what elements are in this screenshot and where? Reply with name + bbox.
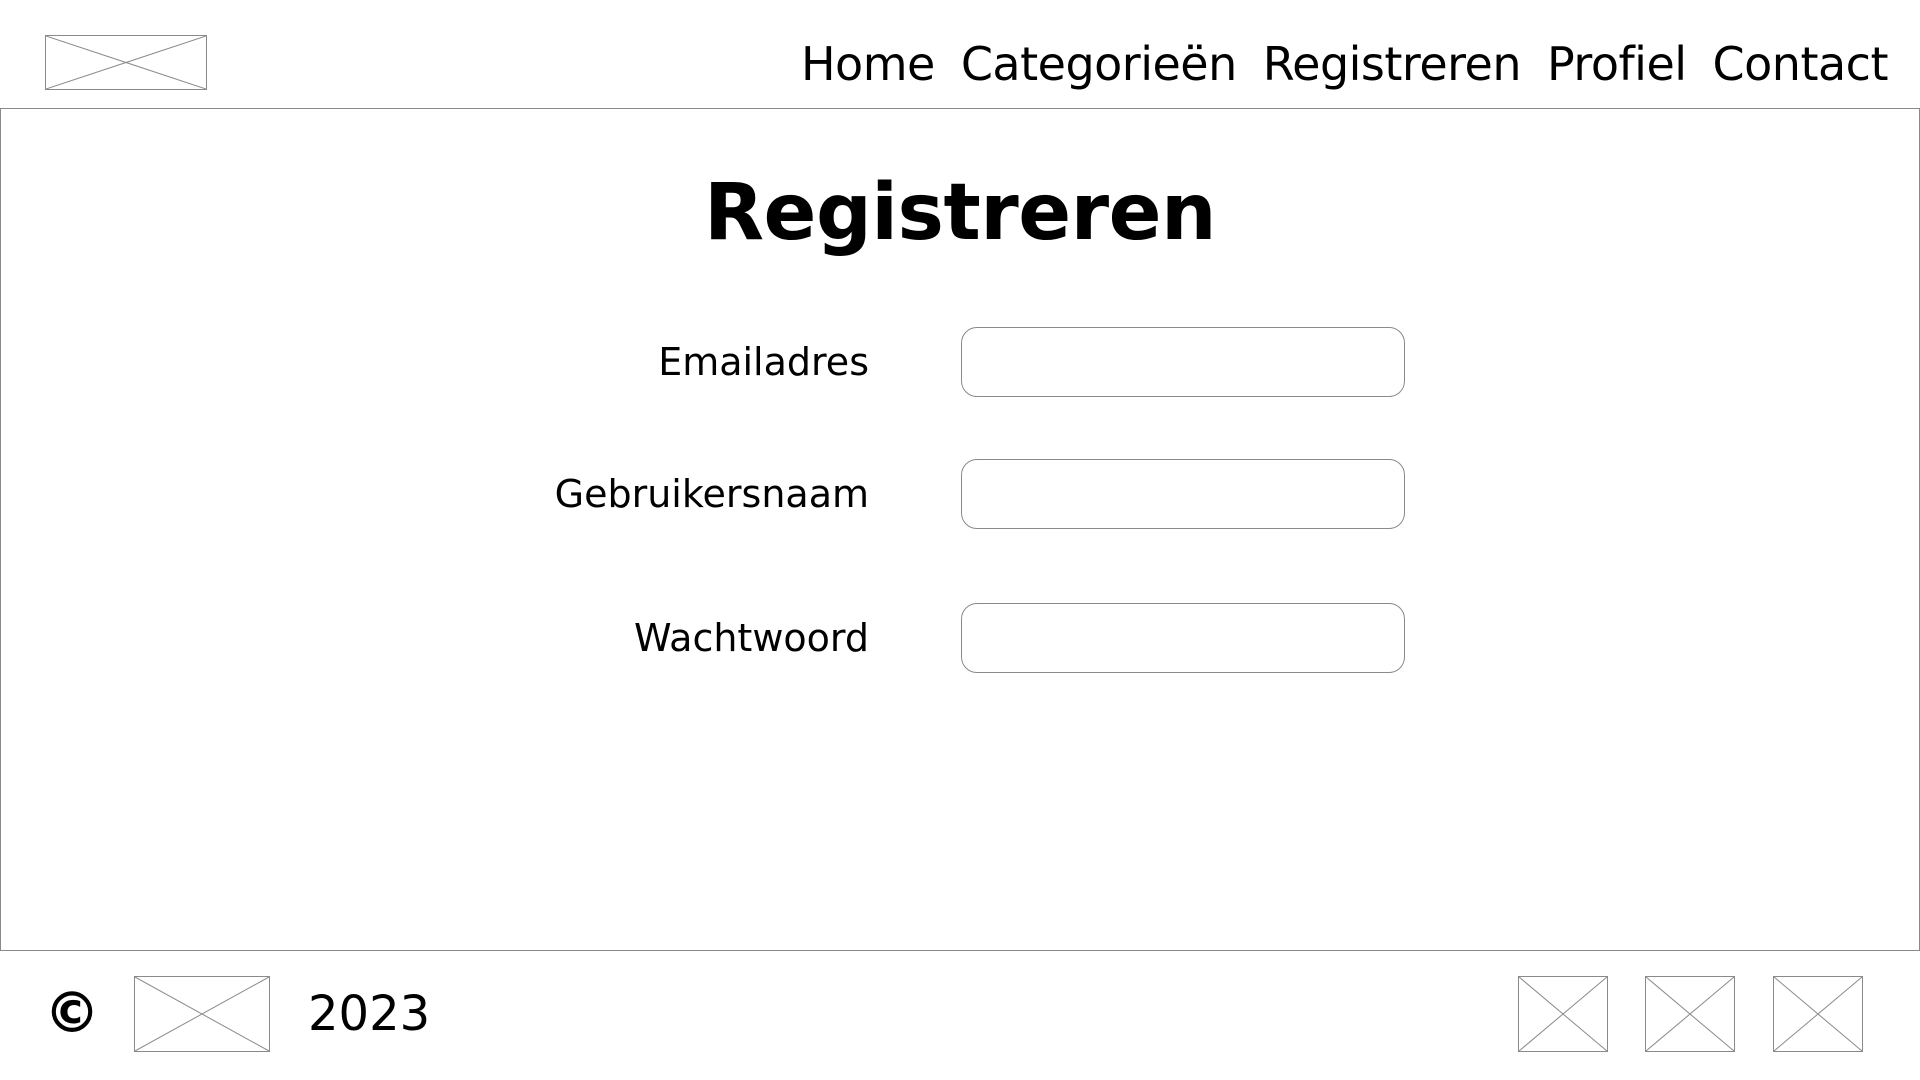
nav-item-profiel[interactable]: Profiel bbox=[1547, 34, 1687, 94]
header: Home Categorieën Registreren Profiel Con… bbox=[0, 0, 1920, 108]
username-label: Gebruikersnaam bbox=[554, 472, 869, 516]
nav-item-categorieen[interactable]: Categorieën bbox=[961, 34, 1237, 94]
username-field[interactable] bbox=[961, 459, 1405, 529]
email-field[interactable] bbox=[961, 327, 1405, 397]
main-navigation: Home Categorieën Registreren Profiel Con… bbox=[801, 34, 1889, 94]
copyright-year: 2023 bbox=[308, 986, 431, 1042]
password-row: Wachtwoord bbox=[1, 603, 1920, 673]
logo-image-placeholder-icon[interactable] bbox=[45, 35, 207, 90]
nav-item-contact[interactable]: Contact bbox=[1713, 34, 1889, 94]
nav-item-registreren[interactable]: Registreren bbox=[1263, 34, 1522, 94]
footer-logo-image-placeholder-icon bbox=[134, 976, 270, 1052]
copyright-icon: © bbox=[44, 981, 100, 1046]
password-label: Wachtwoord bbox=[634, 616, 869, 660]
social-link-3-image-placeholder-icon[interactable] bbox=[1773, 976, 1863, 1052]
main-content: Registreren Emailadres Gebruikersnaam Wa… bbox=[0, 108, 1920, 951]
email-label: Emailadres bbox=[658, 340, 869, 384]
password-field[interactable] bbox=[961, 603, 1405, 673]
page-title: Registreren bbox=[703, 168, 1217, 258]
footer: © 2023 bbox=[0, 951, 1920, 1080]
social-link-1-image-placeholder-icon[interactable] bbox=[1518, 976, 1608, 1052]
email-row: Emailadres bbox=[1, 327, 1920, 397]
nav-item-home[interactable]: Home bbox=[801, 34, 935, 94]
username-row: Gebruikersnaam bbox=[1, 459, 1920, 529]
social-link-2-image-placeholder-icon[interactable] bbox=[1645, 976, 1735, 1052]
